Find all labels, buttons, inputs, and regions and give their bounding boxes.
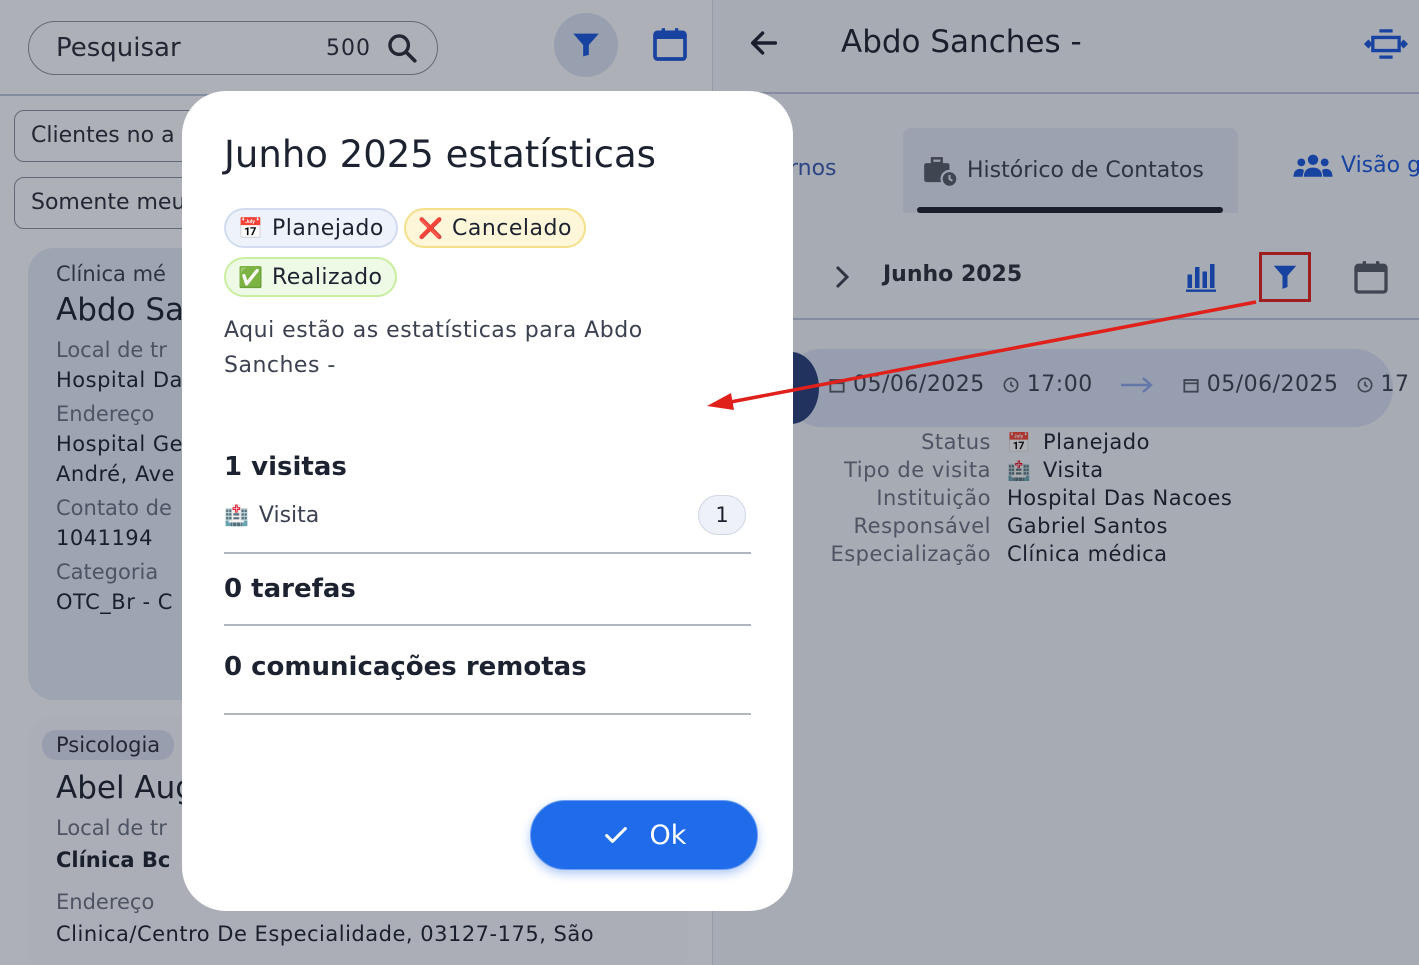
badge-cancelled: ❌ Cancelado: [404, 208, 586, 248]
calendar-emoji-icon: 📅: [238, 216, 264, 240]
divider: [224, 713, 751, 715]
visit-type-label: Visita: [258, 502, 320, 528]
hospital-emoji-icon: 🏥: [224, 503, 249, 527]
check-emoji-icon: ✅: [238, 265, 264, 289]
visits-heading: 1 visitas: [224, 452, 347, 482]
visit-type-row: 🏥 Visita 1: [224, 495, 746, 535]
ok-button[interactable]: Ok: [530, 800, 758, 870]
divider: [224, 552, 751, 554]
visit-count-badge: 1: [698, 495, 746, 535]
badge-completed: ✅ Realizado: [224, 257, 397, 297]
tasks-heading: 0 tarefas: [224, 574, 356, 604]
divider: [224, 624, 751, 626]
badge-label: Planejado: [272, 215, 384, 241]
check-icon: [604, 827, 627, 843]
ok-label: Ok: [649, 819, 687, 851]
cross-emoji-icon: ❌: [418, 216, 444, 240]
statistics-dialog: Junho 2025 estatísticas 📅 Planejado ❌ Ca…: [182, 91, 793, 911]
dialog-title: Junho 2025 estatísticas: [224, 133, 656, 176]
badge-label: Realizado: [272, 264, 383, 290]
badge-label: Cancelado: [452, 215, 572, 241]
dialog-description: Aqui estão as estatísticas para Abdo San…: [224, 318, 643, 378]
remote-heading: 0 comunicações remotas: [224, 652, 587, 682]
badge-planned: 📅 Planejado: [224, 208, 398, 248]
